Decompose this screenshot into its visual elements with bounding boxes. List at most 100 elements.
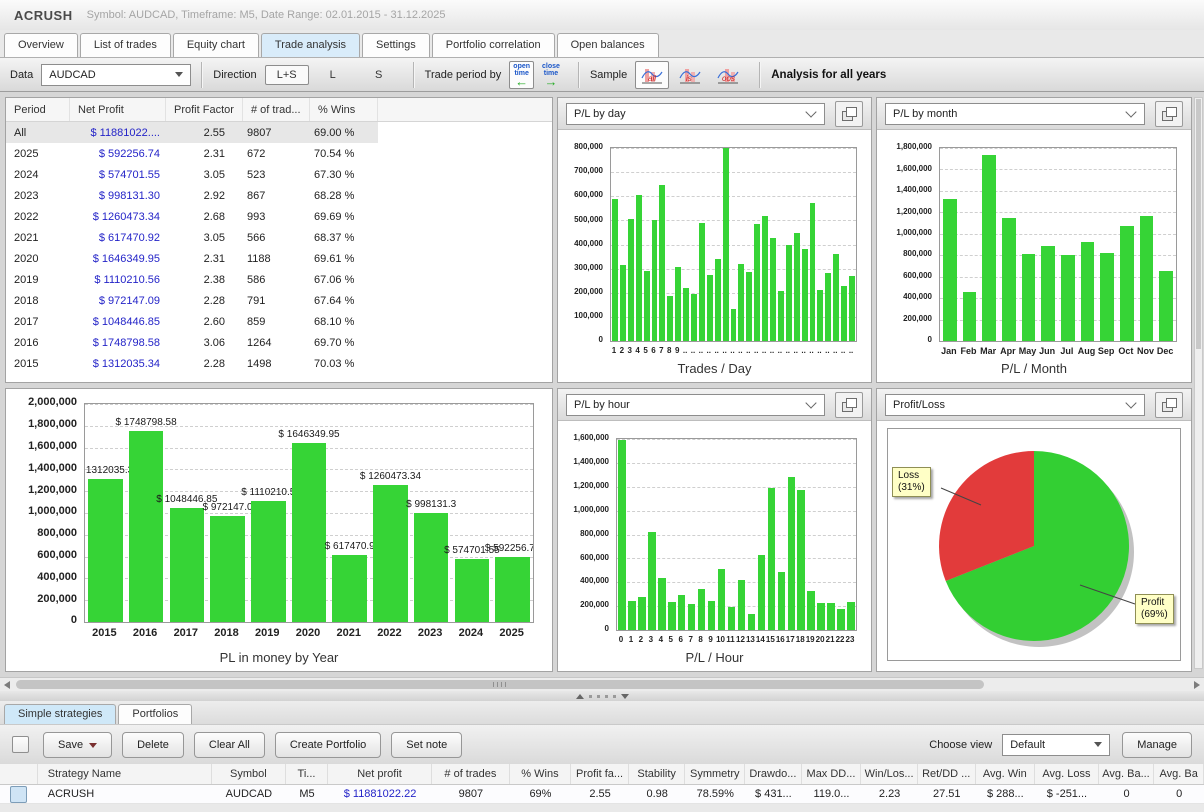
tab-overview[interactable]: Overview [4, 33, 78, 57]
tab-equity-chart[interactable]: Equity chart [173, 33, 259, 57]
copy-chart-button[interactable] [1155, 392, 1183, 418]
pl-hour-chart-select[interactable]: P/L by hour [566, 394, 825, 416]
column-header-ret-dd[interactable]: Ret/DD ... [918, 764, 976, 784]
column-header-wins[interactable]: % Wins [310, 98, 378, 121]
period-row[interactable]: 2025$ 592256.742.3167270.54 % [6, 143, 378, 164]
column-header-net-profit[interactable]: Net profit [328, 764, 432, 784]
tab-simple-strategies[interactable]: Simple strategies [4, 704, 116, 724]
period-row[interactable]: 2019$ 1110210.562.3858667.06 % [6, 269, 378, 290]
direction-l-button[interactable]: L [311, 65, 355, 85]
y-tick-label: 400,000 [558, 239, 603, 248]
sample-oos-button[interactable]: oos [711, 61, 745, 89]
pie-chart [877, 422, 1191, 671]
splitter-down-icon[interactable] [621, 694, 629, 699]
save-button[interactable]: Save [43, 732, 112, 758]
tab-open-balances[interactable]: Open balances [557, 33, 659, 57]
strategies-table-row[interactable]: ACRUSHAUDCADM5$ 11881022.22980769%2.550.… [0, 785, 1204, 804]
period-row[interactable]: 2018$ 972147.092.2879167.64 % [6, 290, 378, 311]
create-portfolio-button[interactable]: Create Portfolio [275, 732, 381, 758]
copy-chart-button[interactable] [1155, 101, 1183, 127]
open-time-button[interactable]: opentime← [509, 61, 534, 89]
pl-day-chart-select[interactable]: P/L by day [566, 103, 825, 125]
y-tick-label: 500,000 [558, 215, 603, 224]
copy-chart-button[interactable] [835, 392, 863, 418]
chart-select-value: P/L by day [574, 108, 626, 120]
bar [728, 607, 735, 630]
column-header-net-profit[interactable]: Net Profit [70, 98, 166, 121]
x-tick-label: 20 [815, 635, 825, 644]
data-select[interactable]: AUDCAD [41, 64, 191, 86]
clear-all-button[interactable]: Clear All [194, 732, 265, 758]
manage-button[interactable]: Manage [1122, 732, 1192, 758]
tab-portfolio-correlation[interactable]: Portfolio correlation [432, 33, 555, 57]
column-header-drawdo[interactable]: Drawdo... [745, 764, 802, 784]
scroll-left-icon[interactable] [4, 681, 10, 689]
y-tick-label: 1,200,000 [558, 481, 609, 490]
close-time-button[interactable]: closetime→ [538, 61, 564, 89]
strategy-cell-avg-win: $ 288... [976, 788, 1036, 800]
column-header-of-trades[interactable]: # of trades [432, 764, 509, 784]
column-header-symmetry[interactable]: Symmetry [685, 764, 745, 784]
direction-l-s-button[interactable]: L+S [265, 65, 309, 85]
y-tick-label: 1,200,000 [877, 207, 932, 216]
period-row[interactable]: 2023$ 998131.302.9286768.28 % [6, 185, 378, 206]
column-header-profit-factor[interactable]: Profit Factor [166, 98, 243, 121]
tab-list-of-trades[interactable]: List of trades [80, 33, 171, 57]
column-header-of-trad[interactable]: # of trad... [243, 98, 310, 121]
choose-view-value: Default [1010, 739, 1045, 751]
column-header-ti[interactable]: Ti... [286, 764, 328, 784]
bar [758, 555, 765, 630]
strategy-row-checkbox[interactable] [10, 786, 27, 803]
column-header-stability[interactable]: Stability [629, 764, 686, 784]
column-header-win-los[interactable]: Win/Los... [861, 764, 918, 784]
period-row[interactable]: All$ 11881022....2.55980769.00 % [6, 122, 378, 143]
sample-is-button[interactable]: is [673, 61, 707, 89]
column-header-avg-ba[interactable]: Avg. Ba [1154, 764, 1204, 784]
horizontal-scrollbar-thumb[interactable] [16, 680, 984, 689]
vertical-scrollbar-thumb[interactable] [1196, 99, 1201, 349]
column-header-wins[interactable]: % Wins [510, 764, 572, 784]
copy-chart-button[interactable] [835, 101, 863, 127]
period-row[interactable]: 2024$ 574701.553.0552367.30 % [6, 164, 378, 185]
select-all-checkbox[interactable] [12, 736, 29, 753]
y-tick-label: 1,600,000 [6, 440, 77, 452]
column-header-avg-loss[interactable]: Avg. Loss [1035, 764, 1099, 784]
period-row[interactable]: 2020$ 1646349.952.31118869.61 % [6, 248, 378, 269]
pl-hour-panel: P/L by hour0200,000400,000600,000800,000… [557, 388, 872, 672]
period-row[interactable]: 2015$ 1312035.342.28149870.03 % [6, 353, 378, 374]
period-row[interactable]: 2016$ 1748798.583.06126469.70 % [6, 332, 378, 353]
period-cell: 1264 [243, 337, 310, 349]
direction-s-button[interactable]: S [357, 65, 401, 85]
x-tick-label: 10 [716, 635, 726, 644]
delete-button[interactable]: Delete [122, 732, 184, 758]
column-header-avg-win[interactable]: Avg. Win [976, 764, 1036, 784]
tab-portfolios[interactable]: Portfolios [118, 704, 192, 724]
profit-loss-chart-select[interactable]: Profit/Loss [885, 394, 1145, 416]
period-cell: 2024 [6, 169, 70, 181]
set-note-button[interactable]: Set note [391, 732, 462, 758]
x-tick-label: .. [713, 346, 721, 355]
tab-settings[interactable]: Settings [362, 33, 430, 57]
choose-view-select[interactable]: Default [1002, 734, 1110, 756]
vertical-scrollbar[interactable] [1194, 97, 1203, 669]
splitter-up-icon[interactable] [576, 694, 584, 699]
tab-trade-analysis[interactable]: Trade analysis [261, 33, 360, 57]
pl-month-chart-select[interactable]: P/L by month [885, 103, 1145, 125]
period-cell: 859 [243, 316, 310, 328]
sample-all-button[interactable]: all [635, 61, 669, 89]
bar [620, 265, 626, 341]
column-header-profit-fa[interactable]: Profit fa... [571, 764, 629, 784]
chevron-down-icon [175, 72, 183, 77]
column-header-symbol[interactable]: Symbol [212, 764, 287, 784]
scroll-right-icon[interactable] [1194, 681, 1200, 689]
panel-splitter[interactable] [0, 691, 1204, 701]
bar-value-label: $ 998131.3 [406, 499, 456, 510]
column-header-avg-ba[interactable]: Avg. Ba... [1099, 764, 1155, 784]
period-row[interactable]: 2021$ 617470.923.0556668.37 % [6, 227, 378, 248]
period-row[interactable]: 2017$ 1048446.852.6085968.10 % [6, 311, 378, 332]
horizontal-scrollbar[interactable] [0, 677, 1204, 691]
column-header-period[interactable]: Period [6, 98, 70, 121]
period-row[interactable]: 2022$ 1260473.342.6899369.69 % [6, 206, 378, 227]
column-header-max-dd[interactable]: Max DD... [802, 764, 862, 784]
column-header-strategy-name[interactable]: Strategy Name [38, 764, 212, 784]
